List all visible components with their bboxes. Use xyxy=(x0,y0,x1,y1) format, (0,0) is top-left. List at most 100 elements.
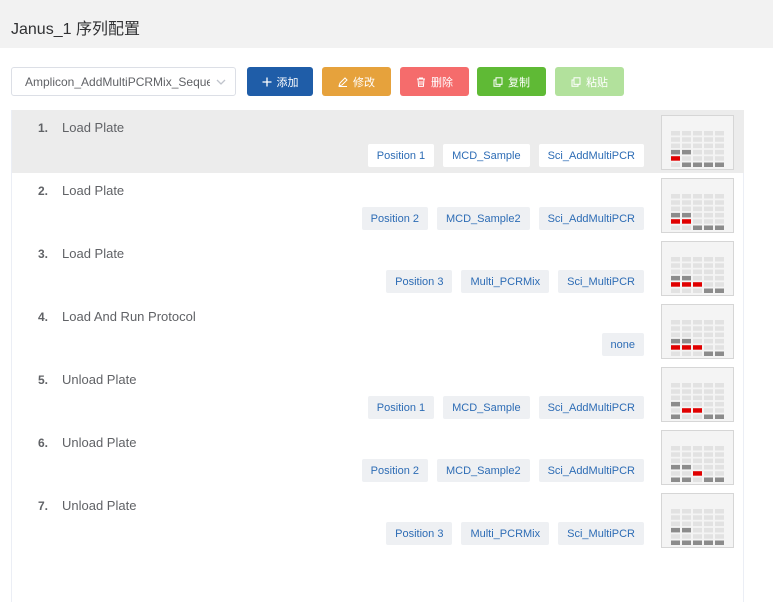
plate-well xyxy=(704,395,713,401)
paste-button-label: 粘贴 xyxy=(586,76,608,89)
sequence-step-row[interactable]: 6. Unload Plate Position 2 MCD_Sample2 Sci_A… xyxy=(12,425,744,488)
plate-well xyxy=(715,383,724,388)
plate-well xyxy=(693,452,702,457)
plate-well xyxy=(704,332,713,338)
copy-icon xyxy=(493,76,503,87)
edit-button[interactable]: 修改 xyxy=(322,67,391,96)
plate-well xyxy=(682,527,691,533)
plate-well xyxy=(693,275,702,281)
plate-well xyxy=(671,162,680,167)
sequence-step-list: 1. Load Plate Position 1 MCD_Sample Sci_AddM… xyxy=(11,110,744,602)
plate-grid-icon xyxy=(671,446,724,482)
sequence-step-row[interactable]: 4. Load And Run Protocol none xyxy=(12,299,744,362)
plate-well xyxy=(715,320,724,325)
step-tags: Position 2 MCD_Sample2 Sci_AddMultiPCR xyxy=(361,459,644,482)
plate-well xyxy=(671,137,680,142)
plate-well xyxy=(693,401,702,407)
step-tags: Position 3 Multi_PCRMix Sci_MultiPCR xyxy=(386,522,644,545)
plate-thumbnail xyxy=(661,304,734,359)
plate-well xyxy=(715,143,724,149)
edit-button-label: 修改 xyxy=(353,76,375,89)
plate-well xyxy=(693,282,702,287)
plate-well xyxy=(671,212,680,218)
sequence-step-row[interactable]: 2. Load Plate Position 2 MCD_Sample2 Sci_Add… xyxy=(12,173,744,236)
plate-well xyxy=(682,219,691,224)
paste-button[interactable]: 粘贴 xyxy=(555,67,624,96)
step-tag: Sci_MultiPCR xyxy=(558,522,644,545)
plate-well xyxy=(693,338,702,344)
add-button[interactable]: 添加 xyxy=(247,67,313,96)
plate-well xyxy=(671,225,680,230)
plate-well xyxy=(693,458,702,464)
plate-well xyxy=(682,149,691,155)
plate-well xyxy=(682,288,691,293)
plate-well xyxy=(693,143,702,149)
plate-well xyxy=(715,326,724,331)
plate-well xyxy=(682,269,691,275)
plate-well xyxy=(693,509,702,514)
plate-well xyxy=(704,383,713,388)
plate-well xyxy=(671,275,680,281)
plate-well xyxy=(715,263,724,268)
step-name: Unload Plate xyxy=(62,435,137,450)
plate-well xyxy=(715,540,724,545)
sequence-step-row[interactable]: 7. Unload Plate Position 3 Multi_PCRMix Sci_… xyxy=(12,488,744,551)
plate-well xyxy=(693,206,702,212)
plate-well xyxy=(671,509,680,514)
plate-well xyxy=(704,282,713,287)
plate-well xyxy=(693,225,702,230)
plate-well xyxy=(715,194,724,199)
plate-well xyxy=(693,471,702,476)
plate-well xyxy=(693,263,702,268)
plate-well xyxy=(704,212,713,218)
plate-well xyxy=(682,540,691,545)
step-tag: none xyxy=(601,333,644,356)
plate-well xyxy=(682,534,691,539)
plate-well xyxy=(693,194,702,199)
plate-well xyxy=(682,320,691,325)
step-tag: Position 1 xyxy=(367,144,435,167)
copy-button-label: 复制 xyxy=(508,76,530,89)
plate-well xyxy=(704,509,713,514)
plate-well xyxy=(671,282,680,287)
plate-well xyxy=(671,326,680,331)
plate-well xyxy=(693,162,702,167)
step-tag: Sci_MultiPCR xyxy=(558,270,644,293)
plate-well xyxy=(704,540,713,545)
plate-well xyxy=(671,149,680,155)
plate-well xyxy=(704,137,713,142)
plate-well xyxy=(704,471,713,476)
plate-well xyxy=(693,320,702,325)
delete-button[interactable]: 删除 xyxy=(400,67,469,96)
sequence-select[interactable]: Amplicon_AddMultiPCRMix_Sequence xyxy=(11,67,236,96)
plate-grid-icon xyxy=(671,320,724,356)
plate-well xyxy=(671,452,680,457)
plate-well xyxy=(704,263,713,268)
step-number: 3. xyxy=(38,247,49,261)
sequence-step-row[interactable]: 3. Load Plate Position 3 Multi_PCRMix Sci_Mu… xyxy=(12,236,744,299)
plate-well xyxy=(704,408,713,413)
plate-well xyxy=(671,383,680,388)
plate-well xyxy=(704,257,713,262)
step-name: Load Plate xyxy=(62,120,125,135)
plate-well xyxy=(682,477,691,482)
plate-well xyxy=(693,521,702,527)
copy-button[interactable]: 复制 xyxy=(477,67,546,96)
plate-well xyxy=(682,383,691,388)
step-number: 4. xyxy=(38,310,49,324)
plate-well xyxy=(682,401,691,407)
plate-well xyxy=(704,452,713,457)
step-tag: Sci_AddMultiPCR xyxy=(538,144,644,167)
step-tags: Position 1 MCD_Sample Sci_AddMultiPCR xyxy=(367,396,644,419)
sequence-step-row[interactable]: 5. Unload Plate Position 1 MCD_Sample Sci_Ad… xyxy=(12,362,744,425)
plate-thumbnail xyxy=(661,367,734,422)
step-tag: Position 3 xyxy=(386,270,453,293)
sequence-step-row[interactable]: 1. Load Plate Position 1 MCD_Sample Sci_AddM… xyxy=(12,110,744,173)
plate-well xyxy=(715,131,724,136)
delete-button-label: 删除 xyxy=(431,76,453,89)
plate-well xyxy=(704,162,713,167)
plate-well xyxy=(704,534,713,539)
plate-well xyxy=(704,206,713,212)
plate-well xyxy=(682,263,691,268)
plate-grid-icon xyxy=(671,383,724,419)
